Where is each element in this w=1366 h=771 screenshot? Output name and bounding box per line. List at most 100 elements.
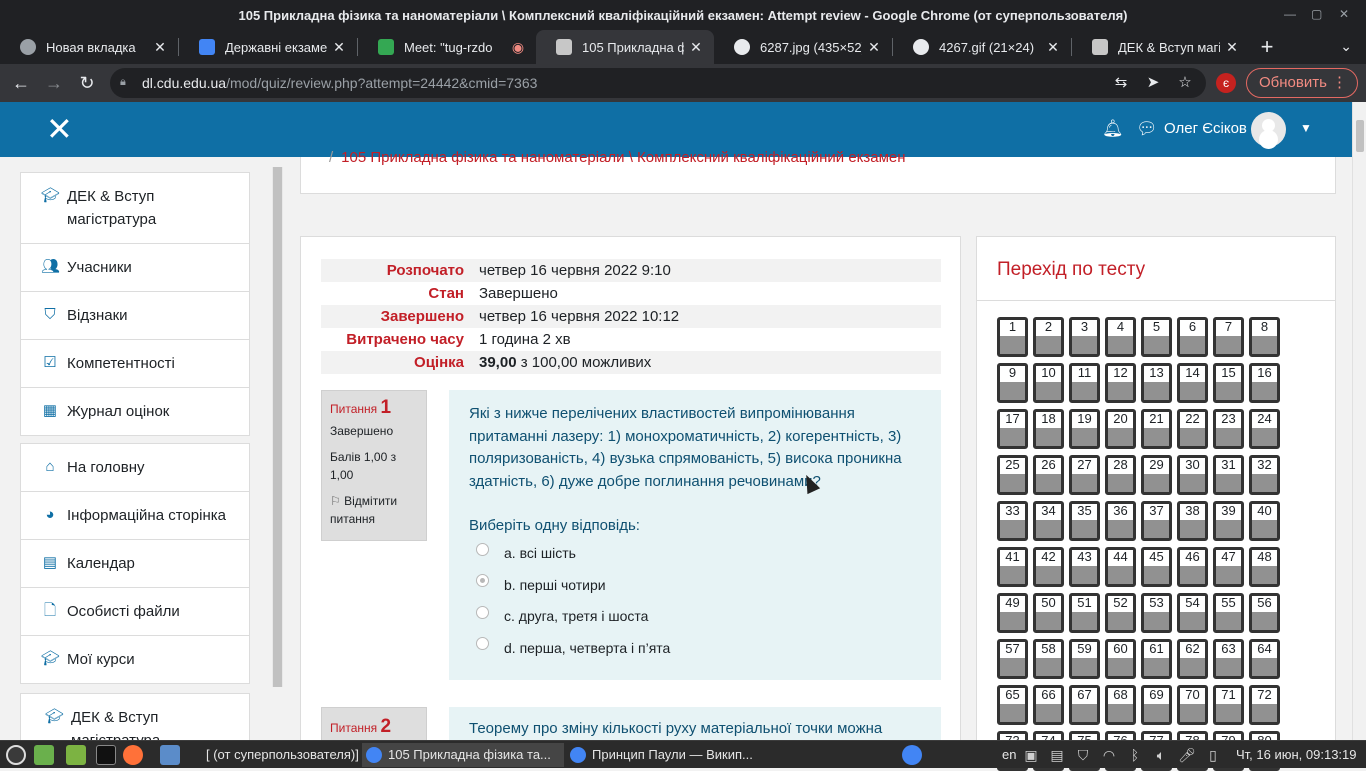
- start-menu-icon[interactable]: [6, 745, 26, 765]
- question-nav-button[interactable]: 69: [1141, 685, 1172, 725]
- drawer-item-dashboard[interactable]: ◕ Інформаційна сторінка: [21, 492, 249, 540]
- firefox-icon[interactable]: [123, 745, 143, 765]
- tab-close-icon[interactable]: ✕: [331, 39, 347, 55]
- question-nav-button[interactable]: 64: [1249, 639, 1280, 679]
- question-nav-button[interactable]: 57: [997, 639, 1028, 679]
- minimize-icon[interactable]: —: [1284, 8, 1296, 20]
- terminal-icon[interactable]: [96, 745, 116, 765]
- keyboard-layout[interactable]: en: [1002, 747, 1016, 762]
- question-nav-button[interactable]: 23: [1213, 409, 1244, 449]
- tab-quiz-review[interactable]: 105 Прикладна фі ✕: [536, 30, 714, 64]
- question-nav-button[interactable]: 45: [1141, 547, 1172, 587]
- question-nav-button[interactable]: 27: [1069, 455, 1100, 495]
- drawer-item-competencies[interactable]: ☑ Компетентності: [21, 340, 249, 388]
- question-nav-button[interactable]: 7: [1213, 317, 1244, 357]
- answer-option-c[interactable]: c. друга, третя і шоста: [469, 601, 921, 633]
- user-name[interactable]: Олег Єсіков: [1164, 120, 1247, 137]
- screenshot-icon[interactable]: ▣: [1022, 746, 1040, 764]
- bookmark-star-icon[interactable]: ☆: [1176, 74, 1194, 92]
- tab-close-icon[interactable]: ✕: [152, 39, 168, 55]
- restore-icon[interactable]: ▢: [1311, 8, 1323, 20]
- close-drawer-icon[interactable]: ✕: [46, 113, 73, 145]
- question-nav-button[interactable]: 19: [1069, 409, 1100, 449]
- tab-image-6287[interactable]: 6287.jpg (435×52) ✕: [714, 30, 892, 64]
- user-menu-caret-icon[interactable]: ▼: [1300, 121, 1312, 135]
- page-scrollbar[interactable]: [1352, 102, 1366, 740]
- question-nav-button[interactable]: 54: [1177, 593, 1208, 633]
- question-nav-button[interactable]: 63: [1213, 639, 1244, 679]
- breadcrumb-link[interactable]: 105 Прикладна фізика та наноматеріали \ …: [341, 149, 905, 166]
- question-nav-button[interactable]: 41: [997, 547, 1028, 587]
- question-nav-button[interactable]: 10: [1033, 363, 1064, 403]
- question-nav-button[interactable]: 42: [1033, 547, 1064, 587]
- question-nav-button[interactable]: 16: [1249, 363, 1280, 403]
- reload-icon[interactable]: ↻: [76, 72, 98, 94]
- radio-button[interactable]: [476, 542, 489, 556]
- microphone-icon[interactable]: 🎤︎: [1178, 746, 1196, 764]
- question-nav-button[interactable]: 5: [1141, 317, 1172, 357]
- clipboard-icon[interactable]: ▤: [1048, 746, 1066, 764]
- close-icon[interactable]: ✕: [1339, 8, 1351, 20]
- question-nav-button[interactable]: 49: [997, 593, 1028, 633]
- question-nav-button[interactable]: 61: [1141, 639, 1172, 679]
- tab-new-tab[interactable]: Новая вкладка ✕: [0, 30, 178, 64]
- question-nav-button[interactable]: 38: [1177, 501, 1208, 541]
- question-nav-button[interactable]: 17: [997, 409, 1028, 449]
- question-nav-button[interactable]: 56: [1249, 593, 1280, 633]
- drawer-item-calendar[interactable]: ▤ Календар: [21, 540, 249, 588]
- question-nav-button[interactable]: 46: [1177, 547, 1208, 587]
- question-nav-button[interactable]: 9: [997, 363, 1028, 403]
- messages-icon[interactable]: 💬︎: [1136, 119, 1158, 139]
- question-nav-button[interactable]: 71: [1213, 685, 1244, 725]
- file-manager-icon[interactable]: [66, 745, 86, 765]
- question-nav-button[interactable]: 13: [1141, 363, 1172, 403]
- lock-icon[interactable]: 🔒︎: [120, 76, 130, 88]
- question-nav-button[interactable]: 65: [997, 685, 1028, 725]
- question-nav-button[interactable]: 26: [1033, 455, 1064, 495]
- taskbar-task-superuser[interactable]: [ (от суперпользователя)]: [180, 743, 358, 767]
- notification-bell-icon[interactable]: 🔔︎: [1102, 119, 1124, 139]
- question-nav-button[interactable]: 21: [1141, 409, 1172, 449]
- question-nav-button[interactable]: 18: [1033, 409, 1064, 449]
- drawer-item-grades[interactable]: ▦ Журнал оцінок: [21, 388, 249, 435]
- radio-button[interactable]: [476, 637, 489, 651]
- question-nav-button[interactable]: 47: [1213, 547, 1244, 587]
- answer-option-b[interactable]: b. перші чотири: [469, 569, 921, 601]
- question-nav-button[interactable]: 68: [1105, 685, 1136, 725]
- kebab-menu-icon[interactable]: ⋮: [1332, 69, 1347, 97]
- taskbar-task-chrome-wiki[interactable]: Принцип Паули — Викип...: [566, 743, 772, 767]
- question-nav-button[interactable]: 52: [1105, 593, 1136, 633]
- question-nav-button[interactable]: 58: [1033, 639, 1064, 679]
- question-nav-button[interactable]: 39: [1213, 501, 1244, 541]
- question-nav-button[interactable]: 44: [1105, 547, 1136, 587]
- question-nav-button[interactable]: 15: [1213, 363, 1244, 403]
- tab-close-icon[interactable]: ✕: [688, 39, 704, 55]
- question-nav-button[interactable]: 25: [997, 455, 1028, 495]
- question-nav-button[interactable]: 66: [1033, 685, 1064, 725]
- bluetooth-icon[interactable]: ᛒ: [1126, 746, 1144, 764]
- forward-arrow-icon[interactable]: →: [43, 72, 65, 94]
- question-nav-button[interactable]: 35: [1069, 501, 1100, 541]
- new-tab-button[interactable]: +: [1250, 30, 1284, 64]
- taskbar-task-chrome-quiz[interactable]: 105 Прикладна фізика та...: [362, 743, 564, 767]
- answer-option-d[interactable]: d. перша, четверта і п’ята: [469, 632, 921, 664]
- translate-icon[interactable]: ⇆: [1112, 74, 1130, 92]
- drawer-item-home[interactable]: ⌂ На головну: [21, 444, 249, 492]
- question-nav-button[interactable]: 55: [1213, 593, 1244, 633]
- tab-close-icon[interactable]: ✕: [1045, 39, 1061, 55]
- flag-question-link[interactable]: ⚐ Відмітити питання: [330, 492, 418, 528]
- update-button[interactable]: Обновить ⋮: [1246, 68, 1358, 98]
- question-nav-button[interactable]: 48: [1249, 547, 1280, 587]
- tab-meet[interactable]: Meet: "tug-rzdo ◉: [358, 30, 536, 64]
- question-nav-button[interactable]: 43: [1069, 547, 1100, 587]
- question-nav-button[interactable]: 50: [1033, 593, 1064, 633]
- drawer-item-badges[interactable]: ⛉ Відзнаки: [21, 292, 249, 340]
- url-text[interactable]: dl.cdu.edu.ua/mod/quiz/review.php?attemp…: [142, 75, 537, 91]
- send-icon[interactable]: ➤: [1144, 74, 1162, 92]
- question-nav-button[interactable]: 29: [1141, 455, 1172, 495]
- question-nav-button[interactable]: 22: [1177, 409, 1208, 449]
- question-nav-button[interactable]: 40: [1249, 501, 1280, 541]
- drawer-item-course[interactable]: 🎓︎ ДЕК & Вступ магістратура: [21, 173, 249, 244]
- question-nav-button[interactable]: 34: [1033, 501, 1064, 541]
- show-desktop-icon[interactable]: [34, 745, 54, 765]
